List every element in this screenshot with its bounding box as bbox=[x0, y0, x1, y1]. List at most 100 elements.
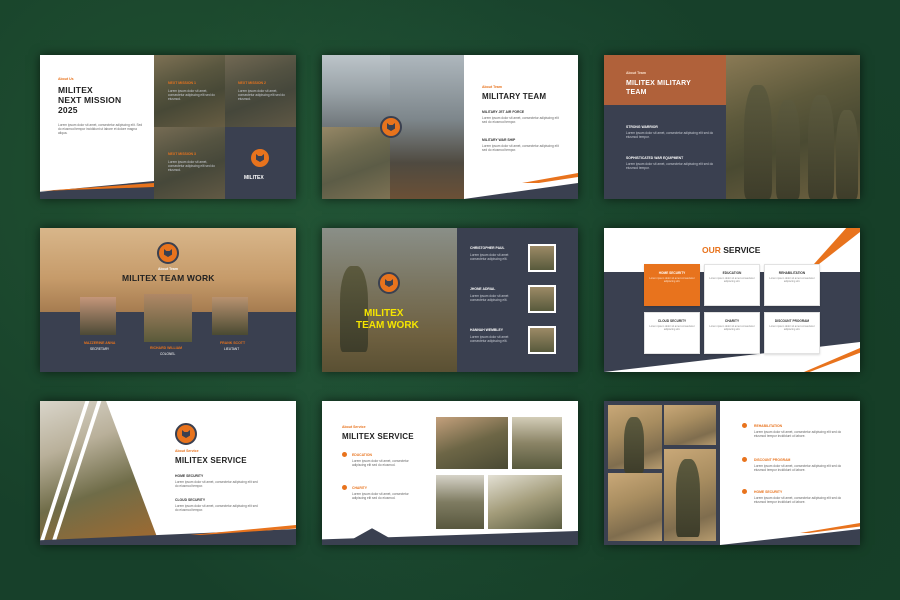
item-body-2: Lorem ipsum dolor sit amet, consectetur … bbox=[754, 464, 842, 472]
slide-tag: About Us bbox=[58, 77, 74, 81]
item-body-1: Lorem ipsum dolor sit amet, consectetur … bbox=[175, 480, 258, 488]
member-photo-2 bbox=[144, 294, 192, 342]
service-photo-2 bbox=[512, 417, 562, 469]
slide-body: Lorem ipsum dolor sit amet, consectetur … bbox=[58, 123, 143, 135]
member-name-1: CHRISTOPHER PAUL bbox=[470, 246, 505, 250]
item-title-2: CLOUD SECURITY bbox=[175, 498, 206, 502]
slide-militex-service-2[interactable]: About Service MILITEX SERVICE EDUCATION … bbox=[322, 401, 578, 545]
member-body-3: Lorem ipsum dolor sit amet consectetur a… bbox=[470, 335, 509, 343]
slide-next-mission[interactable]: About Us MILITEX NEXT MISSION 2025 Lorem… bbox=[40, 55, 296, 199]
service-card-home-security[interactable]: HOME SECURITY Lorem ipsum dolor sit amet… bbox=[644, 264, 700, 306]
card-body: Lorem ipsum dolor sit amet consectetur a… bbox=[709, 277, 755, 284]
card-title: CHARITY bbox=[724, 319, 740, 323]
bullet-dot-icon bbox=[742, 457, 747, 462]
card-title: EDUCATION bbox=[722, 271, 742, 275]
service-photo-3 bbox=[436, 475, 484, 529]
slide-militex-military-team[interactable]: About Team MILITEX MILITARY TEAM STRONG … bbox=[604, 55, 860, 199]
collage-photo-3 bbox=[608, 473, 662, 541]
slide-title-line2: NEXT MISSION bbox=[58, 95, 122, 105]
slide-title-line1: MILITEX bbox=[58, 85, 93, 95]
service-card-cloud-security[interactable]: CLOUD SECURITY Lorem ipsum dolor sit ame… bbox=[644, 312, 700, 354]
shield-logo-icon bbox=[380, 116, 402, 138]
member-name-3: HANNAH WEMBLEY bbox=[470, 328, 503, 332]
item-body-2: Lorem ipsum dolor sit amet, consectetur … bbox=[482, 144, 559, 152]
collage-photo-2 bbox=[664, 405, 716, 445]
slide-tag: About Service bbox=[342, 425, 366, 429]
item-title-2: DISCOUNT PROGRAM bbox=[754, 458, 791, 462]
title-prefix: OUR bbox=[702, 245, 721, 255]
shield-logo-icon bbox=[249, 147, 271, 169]
slide-title: MILITEX SERVICE bbox=[175, 456, 247, 465]
slide-team-work-list[interactable]: MILITEX TEAM WORK CHRISTOPHER PAUL Lorem… bbox=[322, 228, 578, 372]
card-body: Lorem ipsum dolor sit amet consectetur a… bbox=[769, 277, 815, 284]
card-title: DISCOUNT PROGRAM bbox=[774, 319, 810, 323]
card-title: CLOUD SECURITY bbox=[657, 319, 687, 323]
mission-label-2: NEXT MISSION 2 bbox=[238, 81, 267, 85]
service-card-rehabilitation[interactable]: REHABILITATION Lorem ipsum dolor sit ame… bbox=[764, 264, 820, 306]
cargo-photo bbox=[322, 127, 390, 199]
slide-our-service[interactable]: OUR SERVICE HOME SECURITY Lorem ipsum do… bbox=[604, 228, 860, 372]
slide-tag: About Team bbox=[158, 267, 178, 271]
slide-title: OUR SERVICE bbox=[702, 245, 760, 255]
service-photo-1 bbox=[436, 417, 508, 469]
item-title-1: STRONG WARRIOR bbox=[626, 125, 658, 129]
member-thumb-1 bbox=[528, 244, 556, 272]
item-title-1: HOME SECURITY bbox=[175, 474, 204, 478]
shield-logo-icon bbox=[175, 423, 197, 445]
slide-title: MILITEX TEAM WORK bbox=[122, 273, 215, 283]
member-body-2: Lorem ipsum dolor sit amet consectetur a… bbox=[470, 294, 509, 302]
member-photo-3 bbox=[212, 297, 248, 335]
mission-body-3: Lorem ipsum dolor sit amet, consectetur … bbox=[168, 160, 215, 172]
brand-label: MILITEX bbox=[244, 175, 264, 181]
title-suffix: SERVICE bbox=[723, 245, 761, 255]
item-body-2: Lorem ipsum dolor sit amet, consectetur … bbox=[626, 162, 714, 170]
card-title: HOME SECURITY bbox=[658, 271, 686, 275]
member-name-2: RICHARD WILLIAM bbox=[150, 346, 183, 350]
item-title-2: SOPHISTICATED WAR EQUIPMENT bbox=[626, 156, 684, 160]
slide-title: MILITARY TEAM bbox=[482, 92, 547, 101]
shield-logo-icon bbox=[378, 272, 400, 294]
item-title-2: CHARITY bbox=[352, 486, 368, 490]
item-body-1: Lorem ipsum dolor sit amet, consectetur … bbox=[352, 459, 409, 467]
member-name-1: MAZZERINE ANNA bbox=[84, 341, 116, 345]
slide-tag: About Service bbox=[175, 449, 199, 453]
item-title-1: EDUCATION bbox=[352, 453, 372, 457]
mission-body-1: Lorem ipsum dolor sit amet, consectetur … bbox=[168, 89, 215, 101]
service-card-education[interactable]: EDUCATION Lorem ipsum dolor sit amet con… bbox=[704, 264, 760, 306]
slide-team-work[interactable]: About Team MILITEX TEAM WORK MAZZERINE A… bbox=[40, 228, 296, 372]
service-card-charity[interactable]: CHARITY Lorem ipsum dolor sit amet conse… bbox=[704, 312, 760, 354]
member-body-1: Lorem ipsum dolor sit amet consectetur a… bbox=[470, 253, 509, 261]
item-title-3: HOME SECURITY bbox=[754, 490, 783, 494]
service-photo-4 bbox=[488, 475, 562, 529]
item-title-2: MILITARY WAR SHIP bbox=[482, 138, 516, 142]
shield-logo-icon bbox=[157, 242, 179, 264]
mission-label-3: NEXT MISSION 3 bbox=[168, 152, 197, 156]
item-body-3: Lorem ipsum dolor sit amet, consectetur … bbox=[754, 496, 842, 504]
item-body-2: Lorem ipsum dolor sit amet, consectetur … bbox=[175, 504, 258, 512]
service-card-discount-program[interactable]: DISCOUNT PROGRAM Lorem ipsum dolor sit a… bbox=[764, 312, 820, 354]
slide-title-line3: 2025 bbox=[58, 105, 78, 115]
slide-militex-service-1[interactable]: About Service MILITEX SERVICE HOME SECUR… bbox=[40, 401, 296, 545]
member-thumb-2 bbox=[528, 285, 556, 313]
slide-tag: About Team bbox=[482, 85, 502, 89]
slide-military-team[interactable]: About Team MILITARY TEAM MILITARY JET AI… bbox=[322, 55, 578, 199]
slide-title-line1: MILITEX bbox=[364, 308, 404, 319]
bullet-dot-icon bbox=[342, 485, 347, 490]
card-body: Lorem ipsum dolor sit amet consectetur a… bbox=[769, 325, 815, 332]
slide-service-collage[interactable]: REHABILITATION Lorem ipsum dolor sit ame… bbox=[604, 401, 860, 545]
slide-title-line2: TEAM bbox=[626, 89, 647, 96]
member-name-3: FRANK SCOTT bbox=[220, 341, 246, 345]
item-body-1: Lorem ipsum dolor sit amet, consectetur … bbox=[482, 116, 559, 124]
mission-body-2: Lorem ipsum dolor sit amet, consectetur … bbox=[238, 89, 285, 101]
member-name-2: JHONE ADRIAL bbox=[470, 287, 496, 291]
item-body-1: Lorem ipsum dolor sit amet, consectetur … bbox=[626, 131, 714, 139]
slide-tag: About Team bbox=[626, 71, 646, 75]
member-role-3: LIEUTANT bbox=[224, 347, 240, 351]
card-body: Lorem ipsum dolor sit amet consectetur a… bbox=[709, 325, 755, 332]
mission-label-1: NEXT MISSION 1 bbox=[168, 81, 197, 85]
card-body: Lorem ipsum dolor sit amet consectetur a… bbox=[649, 325, 695, 332]
item-body-2: Lorem ipsum dolor sit amet, consectetur … bbox=[352, 492, 409, 500]
bullet-dot-icon bbox=[742, 423, 747, 428]
member-thumb-3 bbox=[528, 326, 556, 354]
bullet-dot-icon bbox=[342, 452, 347, 457]
